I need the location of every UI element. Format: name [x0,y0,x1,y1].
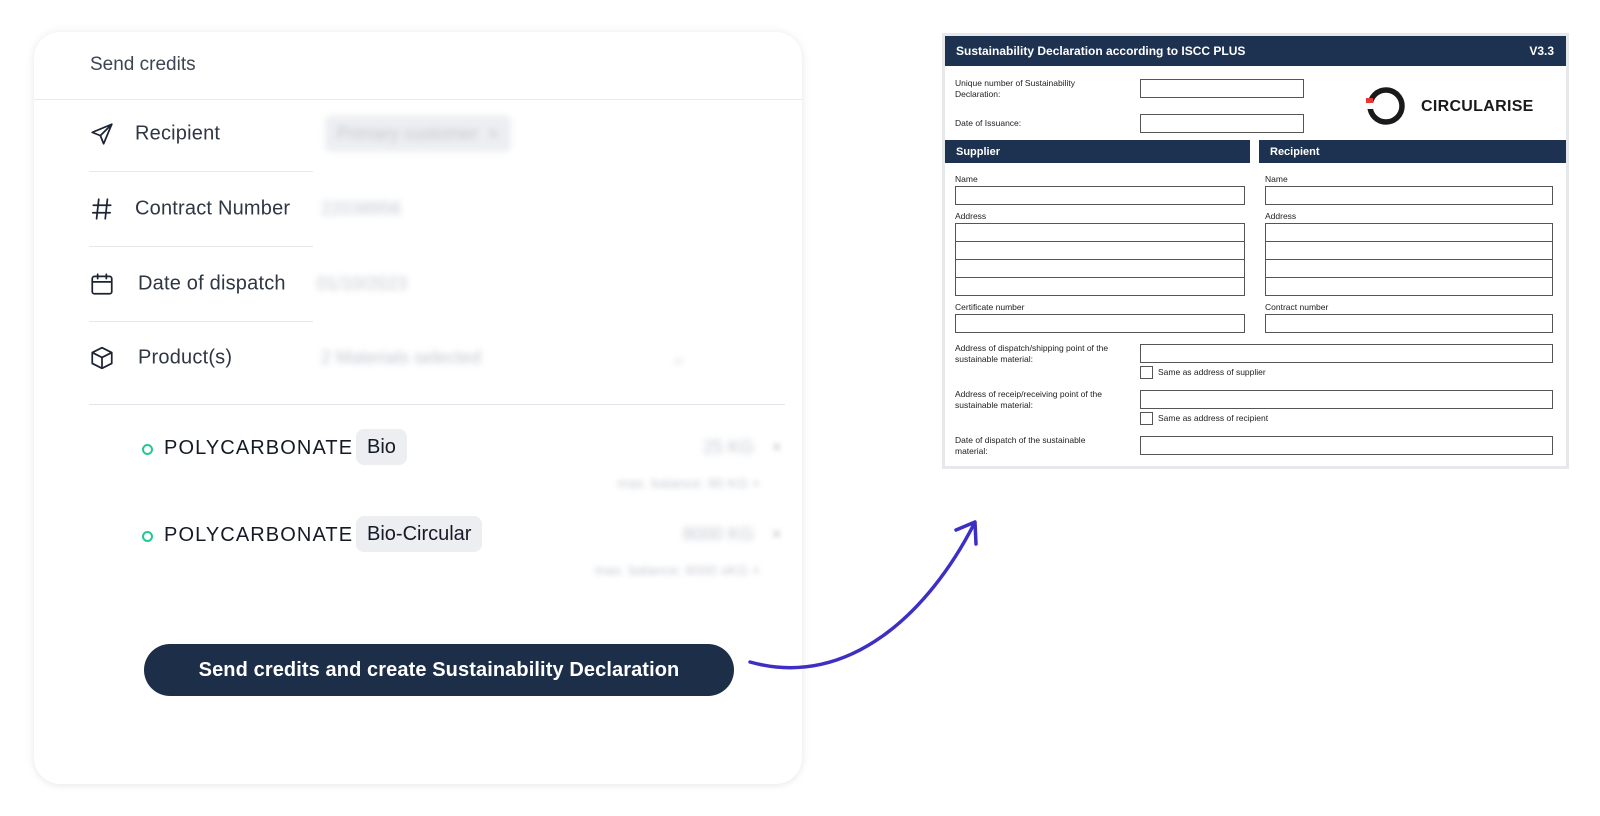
curved-arrow-icon [748,520,978,670]
products-select[interactable]: 2 Materials selected ⌄ [321,348,686,369]
same-as-supplier-checkbox[interactable] [1140,366,1153,379]
send-credits-card: Send credits Recipient Primary customer … [34,32,802,784]
unique-number-label: Unique number of Sustainability Declarat… [955,78,1076,99]
supplier-name-field[interactable] [955,186,1245,205]
contract-number-doc-label: Contract number [1265,302,1329,312]
status-dot-icon [142,444,153,455]
recipient-address-field[interactable] [1265,259,1553,278]
product-item: POLYCARBONATE Bio-Circular 8000 KG × max… [142,516,782,578]
recipient-section-header: Recipient [1259,140,1566,163]
date-issuance-field[interactable] [1140,114,1304,133]
recipient-address-field[interactable] [1265,241,1553,260]
products-row: Product(s) 2 Materials selected ⌄ [89,320,739,396]
date-of-dispatch-label: Date of dispatch [138,272,286,295]
receipt-address-label: Address of receip/receiving point of the… [955,389,1102,410]
products-divider [89,404,785,405]
remove-product-button[interactable]: × [771,437,782,458]
document-header: Sustainability Declaration according to … [945,36,1566,66]
dispatch-date-field[interactable] [1140,436,1553,455]
dispatch-address-label: Address of dispatch/shipping point of th… [955,343,1109,364]
supplier-address-field[interactable] [955,241,1245,260]
receipt-address-field[interactable] [1140,390,1553,409]
product-name: POLYCARBONATE [164,524,354,546]
recipient-select[interactable]: Primary customer × [325,115,511,152]
box-icon [91,346,113,370]
supplier-address-field[interactable] [955,277,1245,296]
card-title: Send credits [90,54,196,75]
circularise-logo-icon [1365,87,1405,125]
logo-text: CIRCULARISE [1421,98,1534,115]
certificate-number-label: Certificate number [955,302,1025,312]
same-as-recipient-label: Same as address of recipient [1158,413,1269,423]
same-as-supplier-label: Same as address of supplier [1158,367,1266,377]
max-balance: max. balance: 80 KG × [617,475,760,491]
supplier-name-label: Name [955,174,978,184]
supplier-address-field[interactable] [955,223,1245,242]
product-name: POLYCARBONATE [164,437,354,459]
chevron-down-icon: ⌄ [671,347,687,368]
document-title: Sustainability Declaration according to … [956,44,1246,58]
dispatch-address-field[interactable] [1140,344,1553,363]
contract-number-row: Contract Number 22038956 [89,171,739,247]
supplier-address-field[interactable] [955,259,1245,278]
date-of-dispatch-row: Date of dispatch 01/10/2023 [89,246,739,322]
recipient-row: Recipient Primary customer × [89,96,739,172]
product-tag: Bio-Circular [356,516,483,552]
same-as-recipient-checkbox[interactable] [1140,412,1153,425]
contract-number-input[interactable]: 22038956 [321,199,401,220]
certificate-number-field[interactable] [955,314,1245,333]
supplier-address-label: Address [955,211,987,221]
contract-number-label: Contract Number [135,197,291,220]
max-balance: max. balance: 8000 sKG × [594,562,760,578]
sustainability-declaration-document: Sustainability Declaration according to … [942,33,1569,469]
recipient-name-field[interactable] [1265,186,1553,205]
product-tag: Bio [356,429,407,465]
contract-number-doc-field[interactable] [1265,314,1553,333]
hash-icon [91,198,112,220]
recipient-address-field[interactable] [1265,223,1553,242]
product-item: POLYCARBONATE Bio 25 KG × max. balance: … [142,429,782,491]
recipient-address-field[interactable] [1265,277,1553,296]
dispatch-date-label: Date of dispatch of the sustainable mate… [955,435,1086,456]
calendar-icon [91,273,113,295]
send-icon [91,123,113,145]
date-of-dispatch-input[interactable]: 01/10/2023 [317,274,407,295]
products-label: Product(s) [138,346,233,369]
date-issuance-label: Date of Issuance: [955,118,1022,128]
recipient-name-label: Name [1265,174,1288,184]
recipient-address-label: Address [1265,211,1297,221]
send-credits-button[interactable]: Send credits and create Sustainability D… [144,644,734,696]
status-dot-icon [142,531,153,542]
document-version: V3.3 [1529,44,1554,58]
unique-number-field[interactable] [1140,79,1304,98]
recipient-label: Recipient [135,122,221,145]
quantity-input[interactable]: 25 KG [703,437,754,458]
supplier-section-header: Supplier [945,140,1250,163]
